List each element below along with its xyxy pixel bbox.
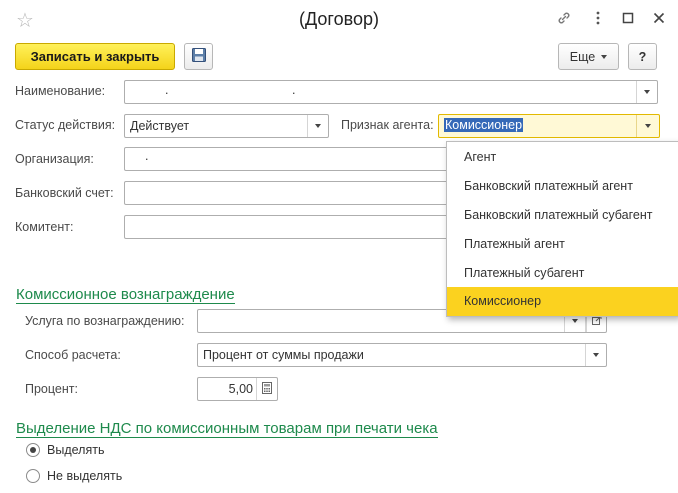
window-title: (Договор) (299, 9, 379, 29)
principal-field[interactable] (124, 215, 454, 239)
status-select[interactable]: Действует (124, 114, 329, 138)
dropdown-item-commissioner[interactable]: Комиссионер (447, 287, 678, 316)
percent-field[interactable]: 5,00 (197, 377, 278, 401)
dropdown-item-agent[interactable]: Агент (447, 143, 678, 172)
more-vertical-icon[interactable] (590, 10, 606, 26)
vat-option-no-allocate[interactable]: Не выделять (26, 469, 122, 483)
status-dropdown-button[interactable] (307, 115, 328, 137)
name-dropdown-button[interactable] (636, 81, 657, 103)
calc-method-label: Способ расчета: (25, 348, 121, 362)
org-label: Организация: (15, 152, 94, 166)
principal-label: Комитент: (15, 220, 74, 234)
floppy-disk-icon (191, 47, 207, 66)
more-menu-label: Еще (569, 49, 596, 64)
radio-button[interactable] (26, 443, 40, 457)
calc-method-dropdown-button[interactable] (585, 344, 606, 366)
dropdown-item-payment-subagent[interactable]: Платежный субагент (447, 259, 678, 288)
agent-sign-select[interactable]: Комиссионер (438, 114, 660, 138)
save-button[interactable] (184, 43, 213, 70)
org-value: . (145, 149, 149, 163)
agent-sign-label: Признак агента: (341, 118, 434, 132)
link-icon[interactable] (556, 10, 572, 26)
calculator-button[interactable] (256, 378, 277, 400)
maximize-icon[interactable] (620, 10, 636, 26)
chevron-down-icon (645, 124, 651, 128)
vat-option-allocate[interactable]: Выделять (26, 443, 104, 457)
agent-sign-dropdown-list: Агент Банковский платежный агент Банковс… (446, 141, 678, 317)
save-and-close-label: Записать и закрыть (30, 49, 160, 64)
percent-value: 5,00 (228, 382, 253, 396)
agent-sign-value: Комиссионер (444, 118, 524, 132)
chevron-down-icon (593, 353, 599, 357)
chevron-down-icon (315, 124, 321, 128)
agent-sign-dropdown-button[interactable] (636, 115, 659, 137)
more-menu-button[interactable]: Еще (558, 43, 619, 70)
save-and-close-button[interactable]: Записать и закрыть (15, 43, 175, 70)
service-label: Услуга по вознаграждению: (25, 314, 185, 328)
dropdown-item-bank-payment-subagent[interactable]: Банковский платежный субагент (447, 201, 678, 230)
close-icon[interactable] (651, 10, 667, 26)
commission-section-title[interactable]: Комиссионное вознаграждение (16, 286, 235, 304)
calculator-icon (262, 381, 272, 397)
name-field[interactable]: . . (124, 80, 658, 104)
status-label: Статус действия: (15, 118, 116, 132)
help-button[interactable]: ? (628, 43, 657, 70)
help-label: ? (638, 49, 647, 64)
name-label: Наименование: (15, 84, 106, 98)
org-field[interactable]: . (124, 147, 454, 171)
vat-option-label: Не выделять (47, 469, 123, 483)
chevron-down-icon (572, 319, 578, 323)
status-value: Действует (130, 119, 190, 133)
bank-account-field[interactable] (124, 181, 454, 205)
dropdown-item-bank-payment-agent[interactable]: Банковский платежный агент (447, 172, 678, 201)
chevron-down-icon (601, 54, 608, 59)
calc-method-value: Процент от суммы продажи (203, 348, 364, 362)
radio-selected-dot (30, 447, 36, 453)
name-value: . . (165, 83, 356, 97)
radio-button[interactable] (26, 469, 40, 483)
dropdown-item-payment-agent[interactable]: Платежный агент (447, 230, 678, 259)
chevron-down-icon (644, 90, 650, 94)
vat-option-label: Выделять (47, 443, 105, 457)
vat-section-title[interactable]: Выделение НДС по комиссионным товарам пр… (16, 420, 438, 438)
bank-label: Банковский счет: (15, 186, 114, 200)
calc-method-select[interactable]: Процент от суммы продажи (197, 343, 607, 367)
percent-label: Процент: (25, 382, 78, 396)
